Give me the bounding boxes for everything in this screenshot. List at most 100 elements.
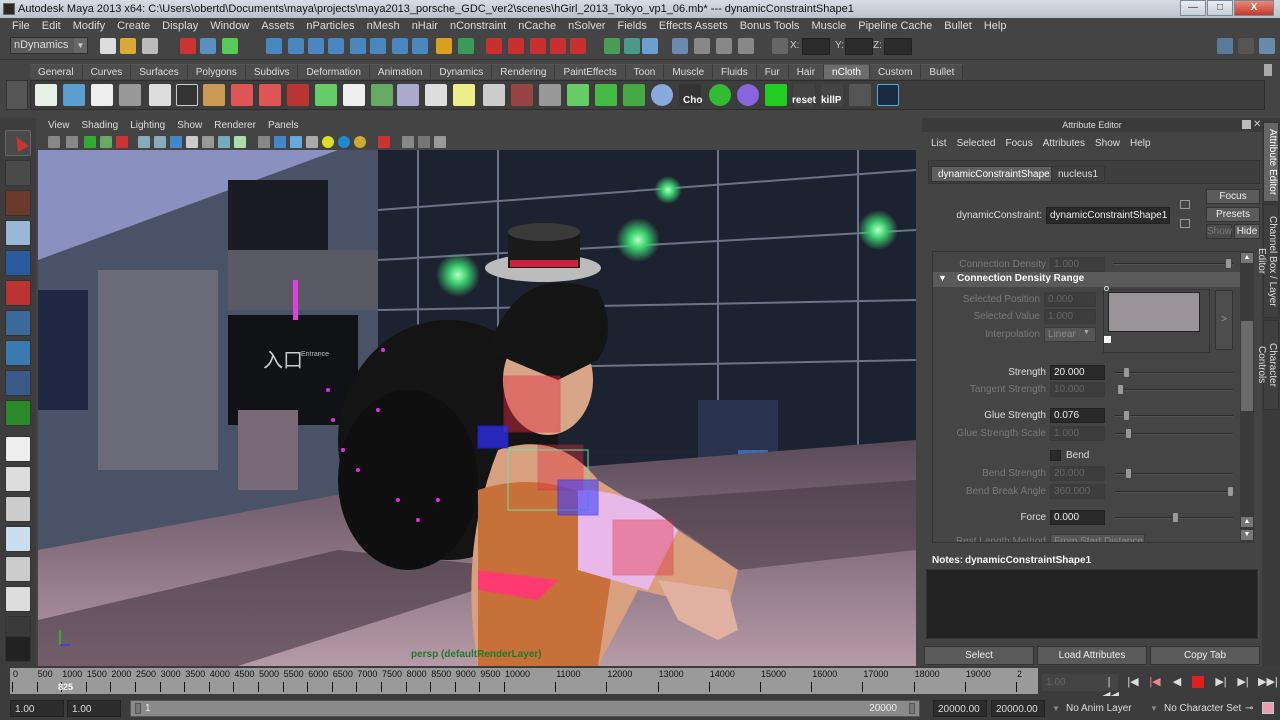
history-icon[interactable]	[458, 38, 474, 54]
snap-grid-icon[interactable]	[266, 38, 282, 54]
append-cache-icon[interactable]	[539, 84, 561, 106]
scroll-down-button[interactable]: ▼	[1241, 530, 1253, 540]
tab-dynamic-constraint-shape[interactable]: dynamicConstraintShape1	[931, 166, 1063, 182]
paint-vertex-properties-icon[interactable]	[176, 84, 198, 106]
force-field-icon[interactable]	[453, 84, 475, 106]
shelf-tab-general[interactable]: General	[30, 64, 83, 79]
paint-select-tool-icon[interactable]	[5, 190, 31, 216]
play-simulation-icon[interactable]	[765, 84, 787, 106]
snap-view-plane-icon[interactable]	[328, 38, 344, 54]
shelf-tab-painteffects[interactable]: PaintEffects	[555, 64, 626, 79]
float-panel-icon[interactable]	[1242, 120, 1251, 129]
animation-preferences-icon[interactable]	[1262, 702, 1274, 714]
force-field[interactable]: 0.000	[1050, 510, 1105, 525]
shelf-tab-toon[interactable]: Toon	[625, 64, 665, 79]
node-name-field[interactable]: dynamicConstraintShape1	[1046, 207, 1170, 224]
bend-checkbox[interactable]	[1050, 450, 1061, 461]
shelf-tab-polygons[interactable]: Polygons	[187, 64, 246, 79]
select-component-icon[interactable]	[222, 38, 238, 54]
menu-effects-assets[interactable]: Effects Assets	[653, 18, 734, 34]
magnet-icon[interactable]	[486, 38, 502, 54]
magnet-icon[interactable]	[550, 38, 566, 54]
replace-cache-frame-icon[interactable]	[567, 84, 589, 106]
menu-assets[interactable]: Assets	[255, 18, 300, 34]
menu-edit[interactable]: Edit	[36, 18, 67, 34]
shelf-tab-ncloth[interactable]: nCloth	[824, 64, 870, 79]
y-field[interactable]	[845, 38, 873, 55]
menu-nconstraint[interactable]: nConstraint	[444, 18, 512, 34]
current-frame-marker[interactable]: 825	[58, 682, 73, 692]
end-time-field[interactable]: 20000.00	[991, 700, 1045, 717]
universal-manipulator-icon[interactable]	[5, 310, 31, 336]
input-connection-icon[interactable]	[1180, 200, 1190, 209]
magnet-icon[interactable]	[508, 38, 524, 54]
show-manipulator-icon[interactable]	[5, 370, 31, 396]
render-view-icon[interactable]	[672, 38, 688, 54]
last-tool-icon[interactable]	[5, 400, 31, 426]
load-attributes-button[interactable]: Load Attributes	[1037, 646, 1147, 665]
character-set-dropdown[interactable]: No Character Set	[1164, 700, 1241, 717]
tangent-strength-slider[interactable]	[1115, 384, 1233, 395]
smooth-shade-icon[interactable]	[274, 136, 286, 148]
single-pane-layout-icon[interactable]	[5, 436, 31, 462]
menu-display[interactable]: Display	[156, 18, 204, 34]
playback-end-field[interactable]: 20000.00	[933, 700, 987, 717]
start-time-field[interactable]: 1.00	[10, 700, 64, 717]
step-back-frame-button[interactable]: |◀	[1148, 675, 1162, 689]
menu-nsolver[interactable]: nSolver	[562, 18, 611, 34]
shelf-menu-button[interactable]	[6, 80, 28, 110]
disable-collision-icon[interactable]	[397, 84, 419, 106]
resolution-gate-icon[interactable]	[170, 136, 182, 148]
remove-ncloth-icon[interactable]	[91, 84, 113, 106]
slider-thumb[interactable]	[1123, 410, 1130, 421]
snap-curve-icon[interactable]	[288, 38, 304, 54]
go-to-start-button[interactable]: |◀◀	[1102, 675, 1119, 702]
ae-menu-show[interactable]: Show	[1090, 136, 1125, 152]
maya-script-icon[interactable]	[849, 84, 871, 106]
range-bar[interactable]: 1 20000	[130, 700, 920, 717]
scrollbar-thumb[interactable]	[1241, 321, 1253, 411]
save-scene-icon[interactable]	[142, 38, 158, 54]
bend-strength-slider[interactable]	[1115, 468, 1233, 479]
construction-history-icon[interactable]	[642, 38, 658, 54]
shelf-tab-rendering[interactable]: Rendering	[492, 64, 556, 79]
viewport-menu-renderer[interactable]: Renderer	[208, 118, 262, 134]
ramp-widget[interactable]	[1103, 286, 1210, 353]
textured-icon[interactable]	[306, 136, 318, 148]
copy-tab-button[interactable]: Copy Tab	[1150, 646, 1260, 665]
input-ops-icon[interactable]	[604, 38, 620, 54]
bend-strength-field[interactable]: 20.000	[1050, 466, 1105, 481]
z-field[interactable]	[884, 38, 912, 55]
select-button[interactable]: Select	[924, 646, 1034, 665]
scroll-up-button[interactable]: ▲	[1241, 517, 1253, 527]
outliner-graph-layout-icon[interactable]	[5, 586, 31, 612]
anim-layer-dropdown[interactable]: No Anim Layer	[1066, 700, 1132, 717]
field-chart-icon[interactable]	[202, 136, 214, 148]
menu-nhair[interactable]: nHair	[406, 18, 444, 34]
tab-nucleus[interactable]: nucleus1	[1051, 166, 1106, 182]
bend-break-angle-field[interactable]: 360.000	[1050, 484, 1105, 499]
transform-constraint-icon[interactable]	[203, 84, 225, 106]
outliner-persp-layout-icon[interactable]	[5, 496, 31, 522]
slider-thumb[interactable]	[1125, 468, 1132, 479]
shelf-tab-fluids[interactable]: Fluids	[713, 64, 757, 79]
xray-joints-icon[interactable]	[418, 136, 430, 148]
close-button[interactable]: X	[1234, 0, 1274, 16]
attributes-scrollbar[interactable]: ▲ ▲ ▼	[1240, 251, 1254, 543]
step-back-key-button[interactable]: |◀	[1126, 675, 1140, 689]
blend-cache-icon[interactable]	[623, 84, 645, 106]
shelf-tab-bullet[interactable]: Bullet	[921, 64, 964, 79]
menu-pipeline-cache[interactable]: Pipeline Cache	[852, 18, 938, 34]
play-forwards-button[interactable]: ▶|	[1214, 675, 1228, 689]
minimize-button[interactable]: —	[1180, 0, 1206, 16]
film-gate-icon[interactable]	[154, 136, 166, 148]
force-slider[interactable]	[1115, 512, 1233, 523]
range-end-handle[interactable]	[909, 703, 915, 714]
channel-box-toggle-icon[interactable]	[1259, 38, 1275, 54]
strength-field[interactable]: 20.000	[1050, 365, 1105, 380]
slider-thumb[interactable]	[1123, 367, 1130, 378]
select-camera-icon[interactable]	[48, 136, 60, 148]
ramp-expand-button[interactable]: >	[1215, 290, 1233, 350]
isolate-select-icon[interactable]	[378, 136, 390, 148]
slider-thumb[interactable]	[1117, 384, 1124, 395]
